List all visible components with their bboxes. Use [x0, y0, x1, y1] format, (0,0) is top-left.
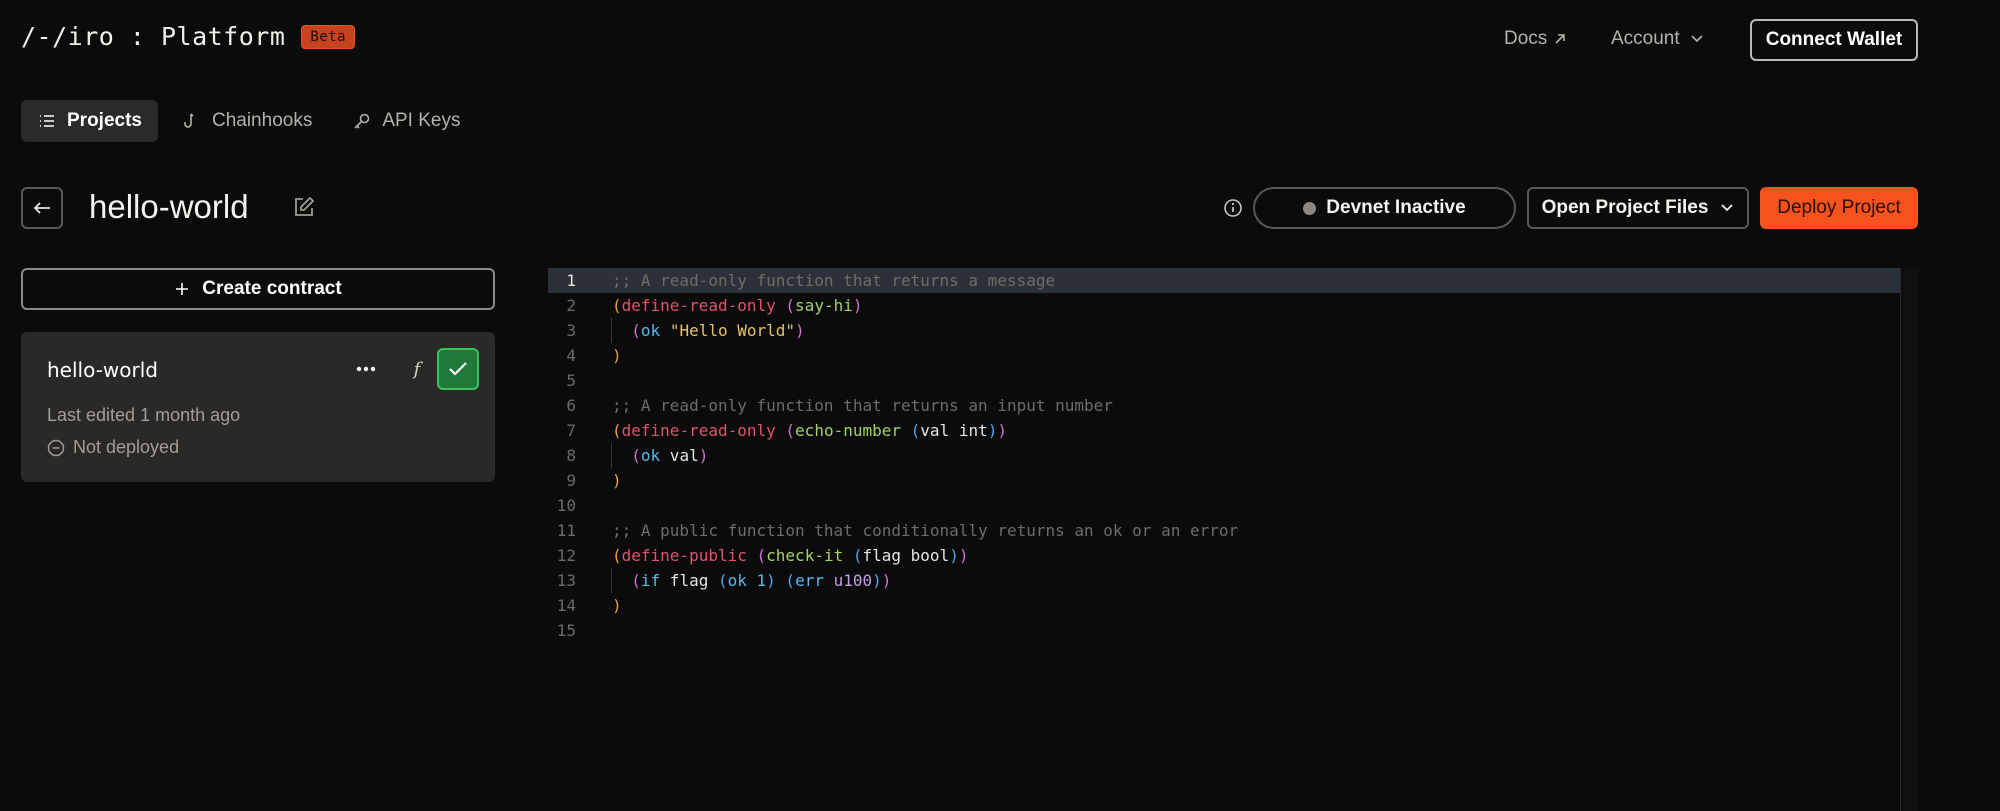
create-contract-label: Create contract [202, 278, 342, 299]
line-number: 7 [566, 421, 576, 440]
line-number: 15 [556, 621, 576, 640]
code-text: (define-public (check-it (flag bool)) [612, 546, 969, 565]
code-line[interactable]: 8 (ok val) [548, 443, 1900, 468]
line-number: 6 [566, 396, 576, 415]
arrow-left-icon [33, 202, 50, 214]
edit-icon[interactable] [292, 195, 316, 219]
deploy-status-label: Not deployed [73, 437, 180, 457]
code-text: ;; A read-only function that returns an … [612, 396, 1113, 415]
chevron-down-icon [1691, 35, 1703, 43]
code-text: (define-read-only (say-hi) [612, 296, 863, 315]
open-files-label: Open Project Files [1541, 197, 1709, 218]
deploy-status: Not deployed [47, 437, 179, 458]
page-title: hello-world [89, 188, 249, 225]
line-number: 3 [566, 321, 576, 340]
line-number: 14 [556, 596, 576, 615]
line-number: 1 [566, 271, 576, 290]
tab-api-keys[interactable]: API Keys [336, 100, 476, 142]
create-contract-button[interactable]: Create contract [21, 268, 495, 310]
account-label: Account [1611, 28, 1680, 49]
line-number: 4 [566, 346, 576, 365]
line-number: 13 [556, 571, 576, 590]
contract-name: hello-world [47, 358, 158, 382]
plus-icon [176, 283, 189, 295]
code-text: ) [612, 596, 622, 615]
code-line[interactable]: 13 (if flag (ok 1) (err u100)) [548, 568, 1900, 593]
code-text: ;; A public function that conditionally … [612, 521, 1239, 540]
contract-card[interactable]: hello-world f Last edited 1 month ago No… [21, 332, 495, 482]
code-line[interactable]: 9) [548, 468, 1900, 493]
devnet-status-label: Devnet Inactive [1326, 197, 1466, 218]
key-icon [354, 113, 370, 129]
line-number: 10 [556, 496, 576, 515]
line-number: 9 [566, 471, 576, 490]
open-project-files-button[interactable]: Open Project Files [1527, 187, 1749, 229]
tab-projects-label: Projects [67, 110, 142, 131]
code-text: ) [612, 346, 622, 365]
more-icon [356, 366, 376, 372]
code-line[interactable]: 15 [548, 618, 1900, 643]
minus-circle-icon [47, 439, 65, 456]
docs-link[interactable]: Docs [1504, 28, 1567, 50]
line-number: 2 [566, 296, 576, 315]
line-number: 12 [556, 546, 576, 565]
code-text: (if flag (ok 1) (err u100)) [631, 571, 892, 590]
app-root: /-/iro : Platform Beta Docs Account Conn… [0, 0, 2000, 811]
code-line[interactable]: 11 ;; A public function that conditionall… [548, 518, 1900, 543]
docs-label: Docs [1504, 28, 1548, 49]
code-line[interactable]: 14) [548, 593, 1900, 618]
code-line[interactable]: 12 (define-public (check-it (flag bool)) [548, 543, 1900, 568]
logo[interactable]: /-/iro : Platform Beta [21, 22, 356, 51]
tab-chainhooks[interactable]: Chainhooks [166, 100, 328, 142]
deploy-project-button[interactable]: Deploy Project [1760, 187, 1918, 229]
code-text: (ok "Hello World") [631, 321, 805, 340]
code-editor[interactable]: 1 ;; A read-only function that returns a … [548, 268, 1918, 811]
code-text: (ok val) [631, 446, 709, 465]
code-line[interactable]: 4) [548, 343, 1900, 368]
last-edited-text: Last edited 1 month ago [47, 405, 241, 425]
external-link-icon [1555, 34, 1566, 44]
code-text: ) [612, 471, 622, 490]
info-icon[interactable] [1222, 197, 1244, 219]
devnet-status-button[interactable]: Devnet Inactive [1253, 187, 1516, 229]
code-line[interactable]: 1 ;; A read-only function that returns a … [548, 268, 1900, 293]
tab-api-keys-label: API Keys [382, 110, 461, 131]
back-button[interactable] [21, 187, 63, 229]
editor-scrollbar[interactable] [1900, 268, 1918, 811]
code-line[interactable]: 2 (define-read-only (say-hi) [548, 293, 1900, 318]
line-number: 8 [566, 446, 576, 465]
check-button[interactable] [437, 348, 479, 390]
line-number: 11 [556, 521, 576, 540]
line-number: 5 [566, 371, 576, 390]
main-tabs: Projects Chainhooks API Keys [21, 100, 476, 142]
tab-chainhooks-label: Chainhooks [211, 110, 313, 131]
chevron-down-icon [1721, 204, 1734, 212]
list-icon [40, 115, 54, 127]
code-line[interactable]: 5 [548, 368, 1900, 393]
tab-projects[interactable]: Projects [21, 100, 158, 142]
beta-badge: Beta [301, 24, 356, 49]
code-text: ;; A read-only function that returns a m… [612, 271, 1056, 290]
logo-text: /-/iro : Platform [21, 22, 286, 51]
check-icon [449, 362, 467, 376]
connect-wallet-button[interactable]: Connect Wallet [1750, 19, 1918, 61]
code-line[interactable]: 3 (ok "Hello World") [548, 318, 1900, 343]
code-text: (define-read-only (echo-number (val int)… [612, 421, 1008, 440]
status-dot [1303, 201, 1317, 215]
top-header: /-/iro : Platform Beta Docs Account Conn… [0, 0, 2000, 78]
more-options-button[interactable] [351, 354, 381, 384]
code-line[interactable]: 6 ;; A read-only function that returns an… [548, 393, 1900, 418]
hook-icon [184, 113, 194, 128]
code-line[interactable]: 10 [548, 493, 1900, 518]
function-icon[interactable]: f [402, 354, 432, 384]
account-menu[interactable]: Account [1611, 28, 1704, 50]
code-line[interactable]: 7 (define-read-only (echo-number (val int… [548, 418, 1900, 443]
